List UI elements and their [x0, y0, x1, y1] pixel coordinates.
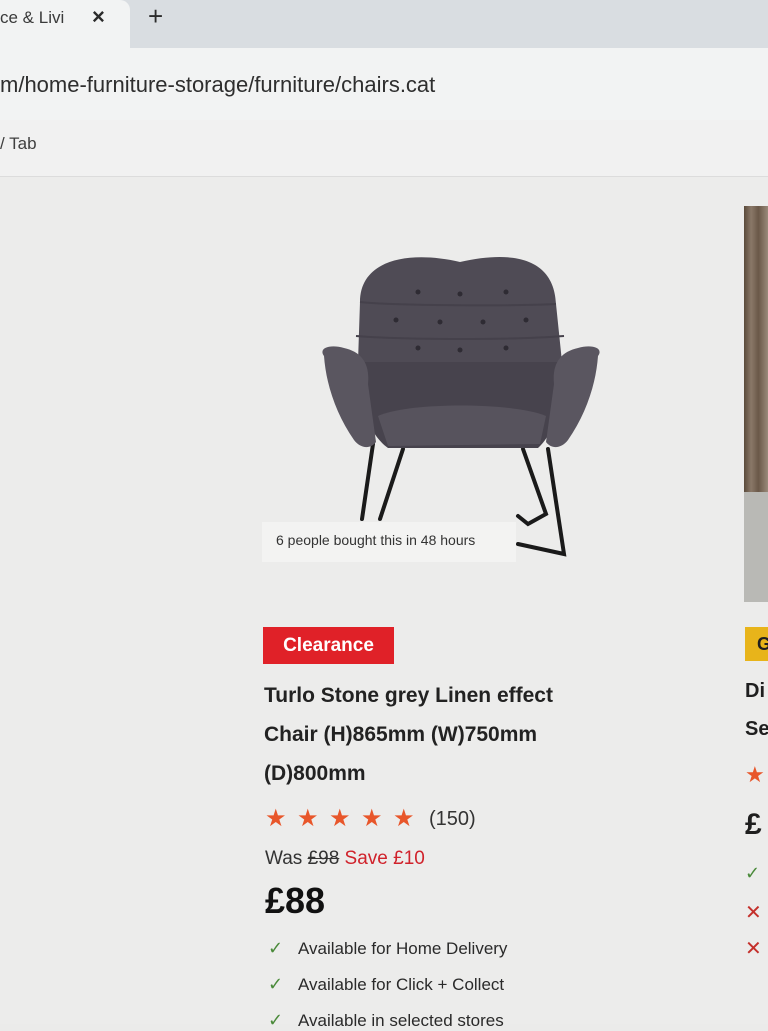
- review-count[interactable]: (150): [429, 808, 476, 831]
- address-bar[interactable]: m/home-furniture-storage/furniture/chair…: [0, 48, 768, 120]
- bookmark-item[interactable]: / Tab: [0, 134, 37, 154]
- availability-stores: ✓ Available in selected stores: [268, 1010, 504, 1031]
- product-title[interactable]: Turlo Stone grey Linen effect Chair (H)8…: [264, 676, 634, 793]
- product-title-line[interactable]: Chair (H)865mm (W)750mm: [264, 715, 634, 754]
- star-icon: ★: [265, 805, 287, 832]
- clearance-badge: Clearance: [263, 627, 394, 664]
- check-icon: ✓: [268, 938, 284, 958]
- availability-text: Available in selected stores: [298, 1010, 504, 1030]
- new-tab-icon[interactable]: +: [148, 1, 163, 32]
- next-product-price: £: [745, 808, 762, 841]
- next-product-image-lower[interactable]: [744, 492, 768, 602]
- social-proof-text: 6 people bought this in 48 hours: [276, 532, 476, 548]
- star-icon: ★: [745, 762, 765, 787]
- url-text[interactable]: m/home-furniture-storage/furniture/chair…: [0, 72, 435, 98]
- save-text: Save £10: [339, 848, 425, 869]
- social-proof-banner: 6 people bought this in 48 hours: [262, 522, 516, 562]
- was-price: £98: [307, 848, 340, 869]
- bookmarks-bar: / Tab: [0, 120, 768, 177]
- tab-title: ce & Livi: [0, 8, 65, 27]
- cross-icon: ✕: [745, 902, 762, 924]
- cross-icon: ✕: [745, 938, 762, 960]
- product-title-line[interactable]: Turlo Stone grey Linen effect: [264, 676, 634, 715]
- check-icon: ✓: [268, 1010, 284, 1030]
- availability-click-collect: ✓ Available for Click + Collect: [268, 974, 504, 995]
- current-price: £88: [265, 880, 326, 921]
- next-product-title[interactable]: Se: [745, 718, 768, 741]
- star-icon: ★: [329, 805, 351, 832]
- close-icon[interactable]: ×: [92, 4, 105, 30]
- next-product-badge: G: [745, 627, 768, 661]
- availability-text: Available for Click + Collect: [298, 974, 505, 994]
- check-icon: ✓: [268, 974, 284, 994]
- star-icon: ★: [297, 805, 319, 832]
- browser-tab[interactable]: ce & Livi ×: [0, 0, 130, 48]
- check-icon: ✓: [745, 863, 761, 883]
- availability-text: Available for Home Delivery: [298, 938, 508, 958]
- star-icon: ★: [393, 805, 415, 832]
- was-label: Was: [265, 848, 308, 869]
- browser-tab-bar: ce & Livi × +: [0, 0, 768, 48]
- product-title-line[interactable]: (D)800mm: [264, 754, 634, 793]
- was-price-line: Was £98 Save £10: [265, 848, 425, 870]
- rating[interactable]: ★ ★ ★ ★ ★ (150): [265, 804, 476, 834]
- availability-home-delivery: ✓ Available for Home Delivery: [268, 938, 507, 959]
- next-product-title[interactable]: Di: [745, 680, 765, 703]
- star-icon: ★: [361, 805, 383, 832]
